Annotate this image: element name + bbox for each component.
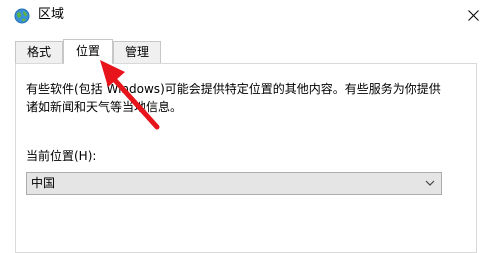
description-line: 诸如新闻和天气等当地信息。	[26, 100, 183, 114]
window-title: 区域	[38, 7, 65, 22]
description-line: 有些软件(包括 Windows)可能会提供特定位置的其他内容。有些服务为你提供	[26, 82, 441, 96]
current-location-select[interactable]: 中国	[26, 172, 442, 195]
tab-administrative[interactable]: 管理	[113, 41, 161, 63]
close-icon	[467, 9, 479, 21]
globe-icon	[14, 8, 30, 24]
current-location-value: 中国	[31, 176, 56, 190]
chevron-down-icon	[425, 180, 435, 186]
current-location-label: 当前位置(H):	[26, 149, 97, 163]
tab-formats[interactable]: 格式	[15, 41, 63, 63]
close-button[interactable]	[454, 0, 492, 30]
title-bar: 区域	[0, 0, 492, 32]
tab-location[interactable]: 位置	[63, 39, 113, 64]
location-description: 有些软件(包括 Windows)可能会提供特定位置的其他内容。有些服务为你提供 …	[26, 80, 466, 116]
